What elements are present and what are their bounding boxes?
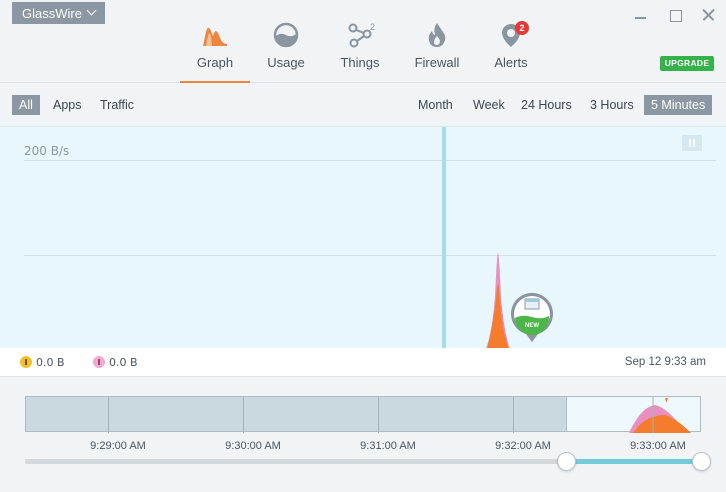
minimize-button[interactable] [632, 6, 650, 24]
filter-apps-button[interactable]: Apps [46, 95, 89, 115]
chevron-down-icon [86, 5, 97, 16]
timeline-tick [243, 397, 244, 433]
traffic-legend: 0.0 B 0.0 B Sep 12 9:33 am [0, 348, 726, 377]
usage-icon [273, 22, 299, 51]
filter-all-button[interactable]: All [12, 95, 40, 115]
range-5-minutes-button[interactable]: 5 Minutes [644, 95, 713, 115]
tab-things-label: Things [340, 55, 380, 70]
app-name: GlassWire [22, 6, 82, 21]
timeline-spike [629, 397, 691, 433]
range-month-button[interactable]: Month [411, 95, 460, 115]
close-button[interactable] [700, 6, 718, 24]
upload-arrow-icon [93, 356, 105, 368]
tab-alerts-label: Alerts [494, 55, 528, 70]
timeline-label: 9:33:00 AM [630, 440, 686, 452]
range-24-hours-button[interactable]: 24 Hours [514, 95, 579, 115]
filter-bar: All Apps Traffic Month Week 24 Hours 3 H… [0, 84, 726, 126]
tab-alerts[interactable]: 2 Alerts [482, 20, 540, 83]
new-app-pin-icon[interactable]: NEW [509, 291, 555, 348]
upload-total: 0.0 B [109, 356, 138, 369]
timeline-end-handle[interactable] [692, 452, 711, 471]
tab-graph[interactable]: Graph [180, 20, 250, 83]
graph-timestamp: Sep 12 9:33 am [624, 356, 706, 368]
upgrade-button[interactable]: UPGRADE [660, 56, 714, 71]
range-week-button[interactable]: Week [466, 95, 512, 115]
top-bar: GlassWire Graph Usage 2 Things Firewall … [0, 0, 726, 83]
maximize-button[interactable] [666, 6, 684, 24]
traffic-graph[interactable]: 200 B/s NEW [0, 126, 726, 348]
traffic-spike [486, 252, 510, 348]
timeline-overview[interactable] [25, 396, 701, 433]
timeline-tick [108, 397, 109, 433]
new-badge-label: NEW [525, 323, 539, 329]
timeline-selected-window[interactable] [566, 396, 701, 433]
tab-firewall[interactable]: Firewall [405, 20, 469, 83]
timeline-scrubber-range[interactable] [566, 459, 701, 464]
alerts-badge: 2 [515, 21, 529, 35]
filter-traffic-button[interactable]: Traffic [93, 95, 141, 115]
range-3-hours-button[interactable]: 3 Hours [583, 95, 641, 115]
tab-things[interactable]: 2 Things [330, 20, 390, 83]
download-total: 0.0 B [36, 356, 65, 369]
timeline-start-handle[interactable] [557, 452, 576, 471]
timeline-tick [513, 397, 514, 433]
tab-usage[interactable]: Usage [256, 20, 316, 83]
tab-usage-label: Usage [267, 55, 305, 70]
app-menu-button[interactable]: GlassWire [12, 2, 105, 24]
tab-graph-label: Graph [196, 55, 234, 70]
timeline-label: 9:30:00 AM [225, 440, 281, 452]
firewall-icon [425, 22, 449, 51]
download-arrow-icon [20, 356, 32, 368]
timeline-tick [378, 397, 379, 433]
timeline-label: 9:31:00 AM [360, 440, 416, 452]
timeline-label: 9:32:00 AM [495, 440, 551, 452]
things-count: 2 [370, 22, 376, 32]
graph-icon [201, 22, 229, 51]
timeline-label: 9:29:00 AM [90, 440, 146, 452]
tab-firewall-label: Firewall [414, 55, 460, 70]
